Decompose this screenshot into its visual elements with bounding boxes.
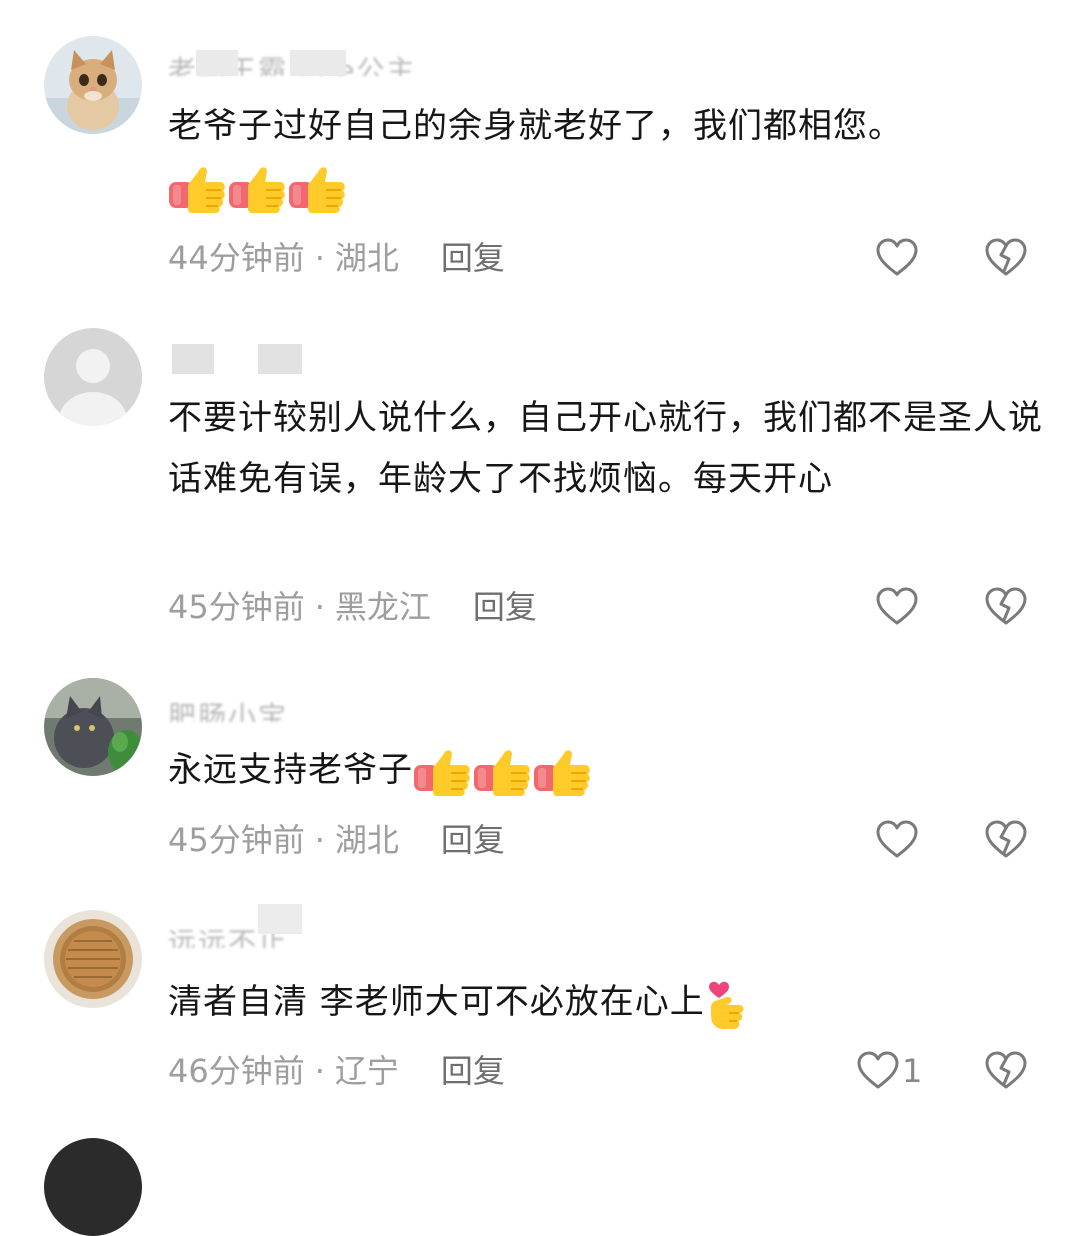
comment-text: 清者自清 李老师大可不必放在心上 bbox=[168, 972, 1048, 1033]
timestamp: 46分钟前 bbox=[168, 1052, 305, 1090]
default-user-avatar-icon bbox=[44, 328, 142, 426]
separator-dot: · bbox=[314, 1052, 325, 1090]
thumbs-up-icon bbox=[533, 748, 591, 797]
location: 黑龙江 bbox=[334, 588, 431, 626]
timestamp: 45分钟前 bbox=[168, 588, 305, 626]
username-redaction bbox=[290, 50, 346, 76]
broken-heart-icon[interactable] bbox=[984, 1051, 1028, 1091]
username[interactable]: 肥肠小宝 bbox=[168, 700, 288, 722]
comment-meta: 46分钟前 · 辽宁 回复 bbox=[168, 1051, 505, 1091]
comment-text: 不要计较别人说什么，自己开心就行，我们都不是圣人说话难免有误，年龄大了不找烦恼。… bbox=[168, 388, 1048, 510]
comment-body: 老爷子过好自己的余身就老好了，我们都相您。 bbox=[168, 106, 903, 146]
timestamp: 44分钟前 bbox=[168, 239, 305, 277]
thumbs-up-icon bbox=[288, 165, 346, 214]
location: 湖北 bbox=[334, 821, 399, 859]
emoji-row bbox=[413, 748, 593, 797]
avatar[interactable] bbox=[44, 910, 142, 1008]
emoji-row bbox=[168, 165, 348, 214]
username-redaction bbox=[196, 50, 238, 76]
location: 辽宁 bbox=[334, 1052, 399, 1090]
broken-heart-icon[interactable] bbox=[984, 238, 1028, 278]
heart-outline-icon[interactable] bbox=[875, 587, 919, 627]
thumbs-up-icon bbox=[168, 165, 226, 214]
avatar[interactable] bbox=[44, 1138, 142, 1236]
like-count: 1 bbox=[902, 1052, 923, 1090]
comment-body: 清者自清 李老师大可不必放在心上 bbox=[168, 982, 705, 1022]
comment-text: 老爷子过好自己的余身就老好了，我们都相您。 bbox=[168, 96, 1048, 218]
comment-meta: 44分钟前 · 湖北 回复 bbox=[168, 238, 505, 278]
reply-button[interactable]: 回复 bbox=[441, 821, 505, 859]
finger-heart-icon bbox=[708, 981, 744, 1029]
comment-body: 不要计较别人说什么，自己开心就行，我们都不是圣人说话难免有误，年龄大了不找烦恼。… bbox=[168, 398, 1043, 499]
username-redaction bbox=[258, 344, 302, 374]
username-redaction bbox=[258, 904, 302, 934]
thumbs-up-icon bbox=[228, 165, 286, 214]
timestamp: 45分钟前 bbox=[168, 821, 305, 859]
food-photo-avatar-icon bbox=[44, 910, 142, 1008]
avatar[interactable] bbox=[44, 328, 142, 426]
cat-avatar-icon bbox=[44, 36, 142, 134]
separator-dot: · bbox=[314, 588, 325, 626]
avatar[interactable] bbox=[44, 678, 142, 776]
broken-heart-icon[interactable] bbox=[984, 587, 1028, 627]
emoji-row bbox=[705, 981, 751, 1029]
thumbs-up-icon bbox=[473, 748, 531, 797]
reply-button[interactable]: 回复 bbox=[441, 239, 505, 277]
heart-outline-icon[interactable] bbox=[875, 238, 919, 278]
comment-meta: 45分钟前 · 湖北 回复 bbox=[168, 820, 505, 860]
heart-outline-icon[interactable] bbox=[875, 820, 919, 860]
reply-button[interactable]: 回复 bbox=[441, 1052, 505, 1090]
comment-body: 永远支持老爷子 bbox=[168, 750, 413, 790]
thumbs-up-icon bbox=[413, 748, 471, 797]
comment-meta: 45分钟前 · 黑龙江 回复 bbox=[168, 587, 537, 627]
location: 湖北 bbox=[334, 239, 399, 277]
heart-outline-icon[interactable] bbox=[856, 1051, 900, 1091]
username-redaction bbox=[172, 344, 214, 374]
separator-dot: · bbox=[314, 239, 325, 277]
cat-photo-avatar-icon bbox=[44, 678, 142, 776]
broken-heart-icon[interactable] bbox=[984, 820, 1028, 860]
separator-dot: · bbox=[314, 821, 325, 859]
comment-text: 永远支持老爷子 bbox=[168, 740, 1048, 801]
reply-button[interactable]: 回复 bbox=[473, 588, 537, 626]
avatar[interactable] bbox=[44, 36, 142, 134]
